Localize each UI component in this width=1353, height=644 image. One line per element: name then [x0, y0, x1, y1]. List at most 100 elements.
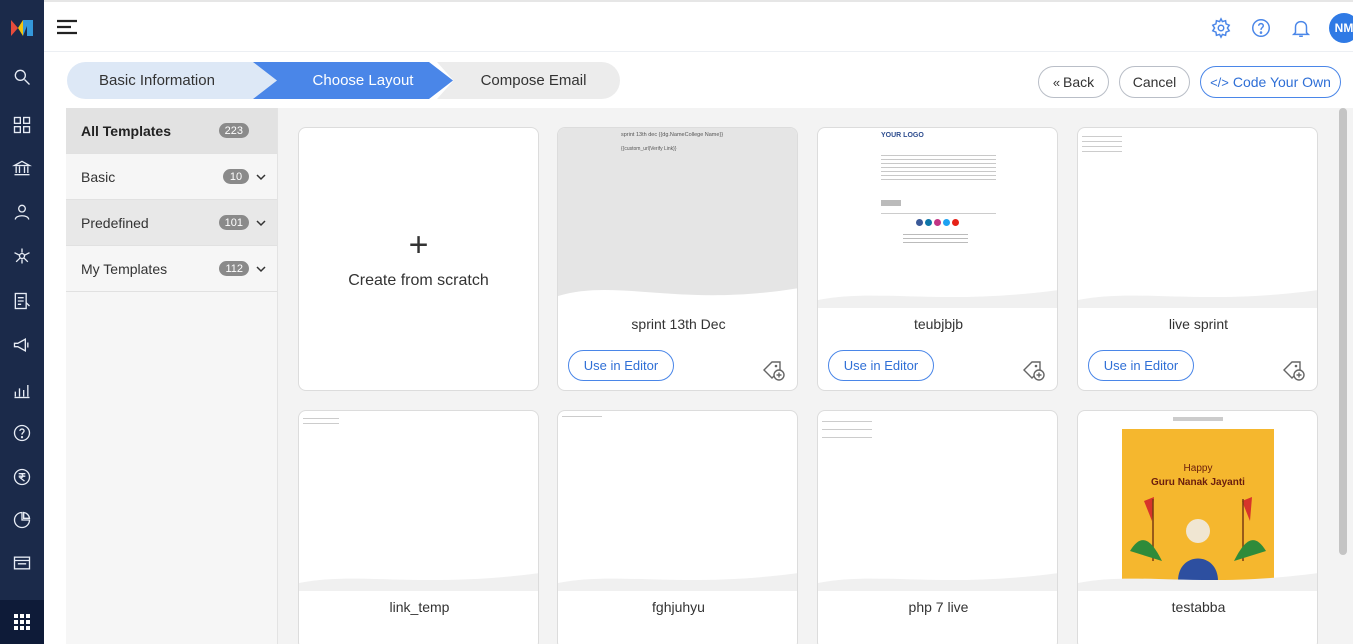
cancel-button[interactable]: Cancel	[1119, 66, 1190, 98]
preview-social-icons	[916, 219, 959, 226]
template-card[interactable]: sprint 13th dec {{dg.NameCollege Name}} …	[557, 127, 798, 391]
wave-decoration	[818, 290, 1057, 308]
poster-text-title: Guru Nanak Jayanti	[1151, 477, 1245, 488]
sidebar-item-predefined[interactable]: Predefined 101	[66, 200, 277, 246]
hamburger-menu-icon[interactable]	[56, 18, 78, 36]
step-compose-email[interactable]: Compose Email	[437, 62, 620, 99]
code-brackets-icon: </>	[1210, 74, 1229, 90]
sidebar-item-label: Basic	[81, 168, 116, 185]
code-your-own-label: Code Your Own	[1232, 74, 1331, 90]
chevron-down-icon[interactable]	[255, 217, 267, 229]
use-in-editor-button[interactable]: Use in Editor	[828, 350, 934, 381]
double-chevron-left-icon: «	[1052, 74, 1061, 90]
use-in-editor-button[interactable]: Use in Editor	[568, 350, 674, 381]
content-area: All Templates 223 Basic 10 Predefined 10…	[66, 108, 1353, 644]
sidebar-item-label: My Templates	[81, 260, 168, 277]
search-icon[interactable]	[0, 59, 44, 95]
template-preview: sprint 13th dec {{dg.NameCollege Name}} …	[558, 128, 797, 308]
template-preview	[299, 411, 538, 591]
plus-icon: +	[408, 226, 429, 264]
template-card[interactable]: php 7 live	[817, 410, 1058, 644]
top-bar: NM	[44, 0, 1353, 52]
create-from-scratch-card[interactable]: + Create from scratch	[298, 127, 539, 391]
add-tag-icon[interactable]	[761, 358, 785, 382]
app-root: NM Basic Information Compose Email Choos…	[0, 0, 1353, 644]
template-card[interactable]: link_temp	[298, 410, 539, 644]
sidebar-item-label: Predefined	[81, 214, 149, 231]
help-circle-icon[interactable]	[1241, 12, 1281, 44]
left-nav-rail	[0, 0, 44, 644]
add-tag-icon[interactable]	[1281, 358, 1305, 382]
sidebar-item-basic[interactable]: Basic 10	[66, 154, 277, 200]
chevron-down-icon[interactable]	[255, 263, 267, 275]
template-preview: Happy Guru Nanak Jayanti	[1078, 411, 1317, 591]
step-basic-information[interactable]: Basic Information	[67, 62, 277, 99]
preview-body-lines	[1082, 132, 1122, 152]
linkedin-icon	[925, 219, 932, 226]
sidebar-item-all-templates[interactable]: All Templates 223	[66, 108, 277, 154]
create-from-scratch-label: Create from scratch	[348, 272, 489, 289]
template-name: php 7 live	[908, 599, 969, 615]
wave-decoration	[1078, 573, 1317, 591]
template-category-sidebar: All Templates 223 Basic 10 Predefined 10…	[66, 108, 278, 644]
template-preview	[558, 411, 797, 591]
preview-text: sprint 13th dec {{dg.NameCollege Name}}	[621, 132, 724, 138]
twitter-icon	[943, 219, 950, 226]
back-button-label: Back	[1063, 74, 1095, 90]
preview-body-lines	[881, 152, 996, 182]
count-badge: 101	[218, 215, 249, 230]
preview-body-lines	[562, 414, 602, 418]
template-preview: YOUR LOGO	[818, 128, 1057, 308]
user-avatar[interactable]: NM	[1329, 13, 1353, 43]
template-preview	[818, 411, 1057, 591]
analytics-icon[interactable]	[0, 372, 44, 408]
wizard-stepper: Basic Information Compose Email Choose L…	[67, 62, 622, 99]
vertical-scrollbar[interactable]	[1339, 108, 1347, 555]
template-name: link_temp	[389, 599, 450, 615]
institution-icon[interactable]	[0, 150, 44, 186]
poster-text-happy: Happy	[1183, 463, 1213, 474]
template-card[interactable]: YOUR LOGO teubjbjb Use in Editor	[817, 127, 1058, 391]
preview-text: {{custom_url|Verify Link}}	[621, 146, 677, 152]
step-choose-layout[interactable]: Choose Layout	[253, 62, 453, 99]
template-card[interactable]: Happy Guru Nanak Jayanti testabba	[1077, 410, 1318, 644]
top-right-actions: NM	[1201, 12, 1353, 44]
instagram-icon	[934, 219, 941, 226]
count-badge: 223	[218, 123, 249, 138]
sidebar-item-my-templates[interactable]: My Templates 112	[66, 246, 277, 292]
pie-chart-icon[interactable]	[0, 502, 44, 538]
count-badge: 10	[223, 169, 249, 184]
use-in-editor-button[interactable]: Use in Editor	[1088, 350, 1194, 381]
template-grid: + Create from scratch sprint 13th dec {{…	[298, 127, 1328, 644]
template-name: live sprint	[1168, 316, 1229, 332]
dashboard-icon[interactable]	[0, 107, 44, 143]
form-icon[interactable]	[0, 283, 44, 319]
facebook-icon	[916, 219, 923, 226]
chevron-down-icon[interactable]	[255, 171, 267, 183]
template-name: sprint 13th Dec	[631, 316, 726, 332]
back-button[interactable]: « Back	[1038, 66, 1109, 98]
network-icon[interactable]	[0, 238, 44, 274]
user-icon[interactable]	[0, 194, 44, 230]
rupee-icon[interactable]	[0, 459, 44, 495]
megaphone-icon[interactable]	[0, 327, 44, 363]
settings-gear-icon[interactable]	[1201, 12, 1241, 44]
template-card[interactable]: fghjuhyu	[557, 410, 798, 644]
youtube-icon	[952, 219, 959, 226]
wave-decoration	[818, 573, 1057, 591]
apps-grid-icon[interactable]	[0, 600, 44, 644]
wave-decoration	[1078, 290, 1317, 308]
notification-bell-icon[interactable]	[1281, 12, 1321, 44]
template-name: testabba	[1171, 599, 1226, 615]
code-your-own-button[interactable]: </> Code Your Own	[1200, 66, 1341, 98]
wave-decoration	[558, 573, 797, 591]
app-logo-icon[interactable]	[0, 6, 44, 50]
preview-body-lines	[822, 414, 872, 444]
help-icon[interactable]	[0, 415, 44, 451]
preview-logo: YOUR LOGO	[881, 132, 924, 139]
window-icon[interactable]	[0, 545, 44, 581]
preview-body-lines	[303, 414, 339, 428]
template-card[interactable]: live sprint Use in Editor	[1077, 127, 1318, 391]
add-tag-icon[interactable]	[1021, 358, 1045, 382]
wave-decoration	[299, 573, 538, 591]
